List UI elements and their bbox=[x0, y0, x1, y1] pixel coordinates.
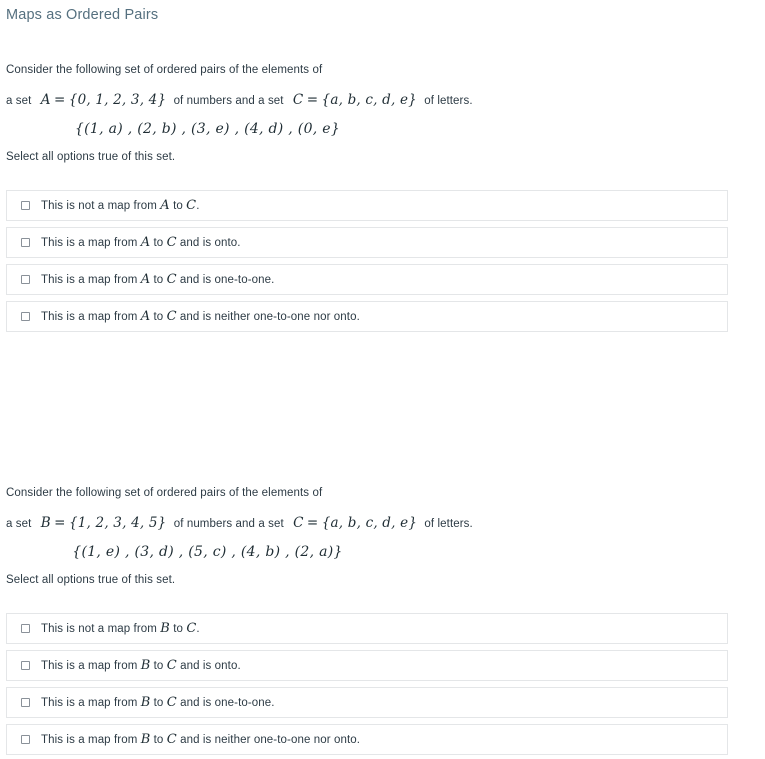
option-domain-var: A bbox=[140, 235, 151, 250]
option-row[interactable]: This is a map from A to C and is neither… bbox=[6, 301, 728, 332]
option-domain-var: B bbox=[160, 621, 170, 636]
domain-set-name: B bbox=[40, 515, 51, 531]
question-block-2: Consider the following set of ordered pa… bbox=[0, 485, 765, 755]
question-instruction: Select all options true of this set. bbox=[6, 574, 176, 586]
checkbox-icon[interactable] bbox=[21, 624, 30, 633]
option-row[interactable]: This is a map from B to C and is neither… bbox=[6, 724, 728, 755]
checkbox-icon[interactable] bbox=[21, 698, 30, 707]
domain-set-elements: {1, 2, 3, 4, 5} bbox=[68, 515, 167, 531]
ordered-pairs-set: {(1, a) , (2, b) , (3, e) , (4, d) , (0,… bbox=[74, 121, 341, 137]
set-definition-lead: a set bbox=[6, 518, 32, 530]
option-label: This is a map from B to C and is one-to-… bbox=[41, 695, 275, 710]
codomain-set-name: C bbox=[292, 92, 304, 108]
checkbox-icon[interactable] bbox=[21, 312, 30, 321]
option-label: This is a map from A to C and is one-to-… bbox=[41, 272, 275, 287]
option-codomain-var: C bbox=[166, 272, 177, 287]
question-set-definition: a set B = {1, 2, 3, 4, 5} of numbers and… bbox=[6, 515, 759, 532]
set-definition-tail: of letters. bbox=[424, 518, 473, 530]
option-codomain-var: C bbox=[166, 695, 177, 710]
set-definition-middle: of numbers and a set bbox=[173, 95, 284, 107]
options-list: This is not a map from A to C. This is a… bbox=[6, 190, 759, 332]
question-set-definition: a set A = {0, 1, 2, 3, 4} of numbers and… bbox=[6, 92, 759, 109]
checkbox-icon[interactable] bbox=[21, 275, 30, 284]
checkbox-icon[interactable] bbox=[21, 201, 30, 210]
option-row[interactable]: This is not a map from B to C. bbox=[6, 613, 728, 644]
domain-set-name: A bbox=[40, 92, 51, 108]
option-domain-var: B bbox=[140, 658, 151, 673]
page-title: Maps as Ordered Pairs bbox=[6, 7, 159, 23]
option-row[interactable]: This is a map from B to C and is one-to-… bbox=[6, 687, 728, 718]
question-intro: Consider the following set of ordered pa… bbox=[6, 487, 323, 499]
option-domain-var: A bbox=[140, 309, 151, 324]
question-block-1: Consider the following set of ordered pa… bbox=[0, 62, 765, 332]
option-domain-var: A bbox=[160, 198, 170, 213]
option-row[interactable]: This is a map from A to C and is onto. bbox=[6, 227, 728, 258]
domain-set-elements: {0, 1, 2, 3, 4} bbox=[68, 92, 167, 108]
codomain-equals-sign: = bbox=[306, 92, 319, 108]
set-definition-lead: a set bbox=[6, 95, 32, 107]
codomain-set-name: C bbox=[293, 515, 304, 531]
option-domain-var: A bbox=[140, 272, 151, 287]
domain-equals-sign: = bbox=[54, 515, 66, 531]
option-codomain-var: C bbox=[166, 235, 177, 250]
option-row[interactable]: This is a map from B to C and is onto. bbox=[6, 650, 728, 681]
quiz-page: Maps as Ordered Pairs Consider the follo… bbox=[0, 0, 765, 755]
codomain-equals-sign: = bbox=[306, 515, 319, 531]
option-codomain-var: C bbox=[166, 309, 177, 324]
option-label: This is a map from A to C and is neither… bbox=[41, 309, 360, 324]
option-codomain-var: C bbox=[166, 658, 177, 673]
option-codomain-var: C bbox=[186, 198, 197, 213]
question-intro: Consider the following set of ordered pa… bbox=[6, 64, 323, 76]
option-domain-var: B bbox=[140, 732, 151, 747]
options-list: This is not a map from B to C. This is a… bbox=[6, 613, 759, 755]
checkbox-icon[interactable] bbox=[21, 735, 30, 744]
option-codomain-var: C bbox=[166, 732, 177, 747]
option-codomain-var: C bbox=[186, 621, 197, 636]
set-definition-middle: of numbers and a set bbox=[173, 518, 284, 530]
domain-equals-sign: = bbox=[53, 92, 66, 108]
option-row[interactable]: This is a map from A to C and is one-to-… bbox=[6, 264, 728, 295]
option-domain-var: B bbox=[140, 695, 151, 710]
checkbox-icon[interactable] bbox=[21, 661, 30, 670]
codomain-set-elements: {a, b, c, d, e} bbox=[321, 515, 418, 531]
option-label: This is not a map from B to C. bbox=[41, 621, 200, 636]
set-definition-tail: of letters. bbox=[424, 95, 473, 107]
question-instruction: Select all options true of this set. bbox=[6, 151, 176, 163]
option-label: This is a map from A to C and is onto. bbox=[41, 235, 241, 250]
checkbox-icon[interactable] bbox=[21, 238, 30, 247]
ordered-pairs-set: {(1, e) , (3, d) , (5, c) , (4, b) , (2,… bbox=[72, 544, 343, 560]
option-label: This is a map from B to C and is neither… bbox=[41, 732, 361, 747]
option-row[interactable]: This is not a map from A to C. bbox=[6, 190, 728, 221]
option-label: This is not a map from A to C. bbox=[41, 198, 200, 213]
option-label: This is a map from B to C and is onto. bbox=[41, 658, 241, 673]
codomain-set-elements: {a, b, c, d, e} bbox=[321, 92, 417, 108]
